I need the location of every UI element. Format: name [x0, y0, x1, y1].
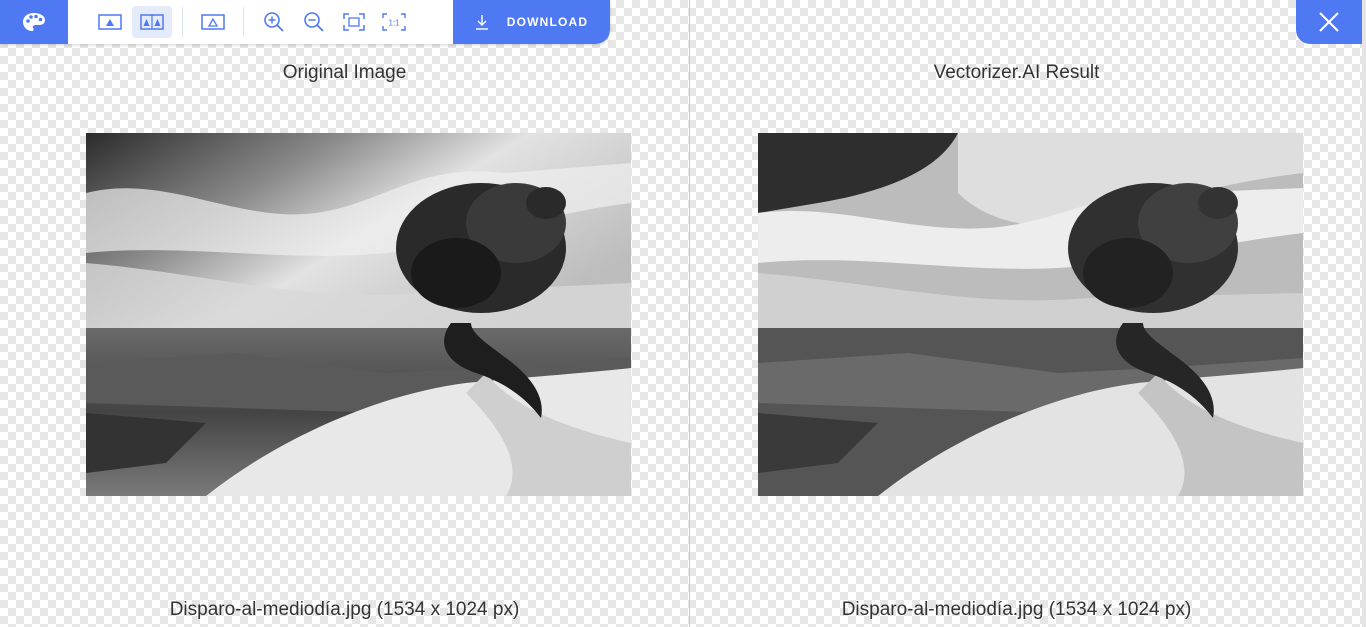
svg-text:1:1: 1:1: [388, 19, 400, 28]
vectorized-result-image[interactable]: [758, 133, 1303, 496]
single-view-icon: [98, 14, 122, 30]
download-icon: [475, 15, 488, 30]
zoom-out-icon: [304, 12, 324, 32]
result-image-title: Vectorizer.AI Result: [933, 62, 1100, 83]
toolbar-separator: [243, 7, 244, 37]
original-image[interactable]: [86, 133, 631, 496]
original-image-title: Original Image: [282, 62, 407, 83]
palette-icon: [23, 13, 45, 31]
actual-size-icon: 1:1: [382, 13, 406, 31]
actual-size-button[interactable]: 1:1: [374, 6, 414, 38]
download-label: DOWNLOAD: [506, 15, 589, 29]
toolbar: 1:1 DOWNLOAD: [0, 0, 610, 44]
zoom-out-button[interactable]: [294, 6, 334, 38]
side-by-side-button[interactable]: [132, 6, 172, 38]
toolbar-separator: [182, 7, 183, 37]
close-button[interactable]: [1296, 0, 1362, 44]
fit-screen-icon: [343, 13, 365, 31]
scrollbar[interactable]: [1362, 0, 1366, 627]
zoom-in-button[interactable]: [254, 6, 294, 38]
palette-button[interactable]: [0, 0, 68, 44]
fit-screen-button[interactable]: [334, 6, 374, 38]
close-icon: [1319, 12, 1339, 32]
download-button[interactable]: DOWNLOAD: [453, 0, 610, 44]
single-view-button[interactable]: [90, 6, 130, 38]
side-by-side-icon: [140, 14, 164, 30]
result-image-caption: Disparo-al-mediodía.jpg (1534 x 1024 px): [841, 599, 1192, 620]
panel-divider[interactable]: [689, 0, 690, 627]
original-image-caption: Disparo-al-mediodía.jpg (1534 x 1024 px): [169, 599, 520, 620]
zoom-in-icon: [264, 12, 284, 32]
overlay-view-button[interactable]: [193, 6, 233, 38]
overlay-icon: [201, 14, 225, 30]
